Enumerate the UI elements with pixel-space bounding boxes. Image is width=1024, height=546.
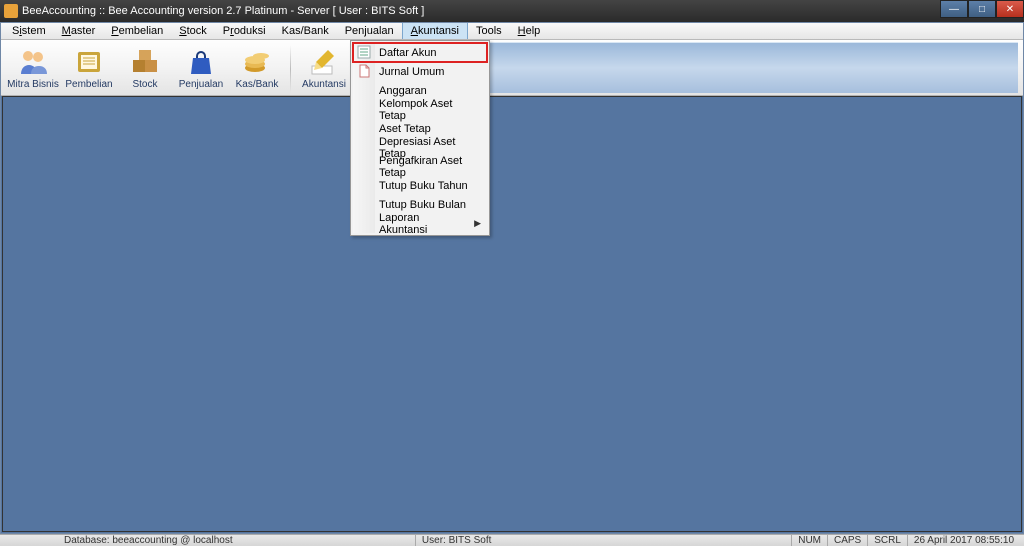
statusbar: Database: beeaccounting @ localhost User… <box>0 534 1024 546</box>
menu-stock[interactable]: Stock <box>171 22 215 39</box>
bag-icon <box>185 46 217 78</box>
app-icon <box>4 4 18 18</box>
titlebar: BeeAccounting :: Bee Accounting version … <box>0 0 1024 22</box>
book-icon <box>73 46 105 78</box>
menu-help[interactable]: Help <box>510 22 549 39</box>
menu-item-label: Tutup Buku Tahun <box>379 180 468 192</box>
menu-item-label: Jurnal Umum <box>379 66 444 78</box>
pencil-icon <box>308 46 340 78</box>
menu-item-label: Kelompok Aset Tetap <box>379 98 469 122</box>
menu-item-label: Aset Tetap <box>379 123 431 135</box>
menu-item-tutupbukutahun[interactable]: Tutup Buku Tahun <box>353 176 487 195</box>
toolbar-label: Penjualan <box>179 79 223 90</box>
menubar: SistemMasterPembelianStockProduksiKas/Ba… <box>0 22 1024 40</box>
toolbar-stock[interactable]: Stock <box>118 43 172 93</box>
toolbar-label: Pembelian <box>65 79 112 90</box>
menu-item-label: Tutup Buku Bulan <box>379 199 466 211</box>
menu-item-label: Daftar Akun <box>379 47 436 59</box>
close-button[interactable]: ✕ <box>996 0 1024 18</box>
toolbar-mitrabisnis[interactable]: Mitra Bisnis <box>6 43 60 93</box>
menu-item-label: Laporan Akuntansi <box>379 212 469 236</box>
window-controls: — □ ✕ <box>940 0 1024 18</box>
menu-penjualan[interactable]: Penjualan <box>337 22 402 39</box>
status-caps: CAPS <box>827 535 867 546</box>
toolbar-label: Kas/Bank <box>236 79 279 90</box>
list-icon <box>357 45 371 59</box>
status-scrl: SCRL <box>867 535 907 546</box>
people-icon <box>17 46 49 78</box>
menu-item-jurnalumum[interactable]: Jurnal Umum <box>353 62 487 81</box>
doc-icon <box>357 64 371 78</box>
menu-master[interactable]: Master <box>54 22 104 39</box>
workspace <box>2 96 1022 532</box>
menu-item-pengafkiranasettetap[interactable]: Pengafkiran Aset Tetap <box>353 157 487 176</box>
submenu-arrow-icon: ▶ <box>474 218 481 229</box>
coins-icon <box>241 46 273 78</box>
toolbar-label: Akuntansi <box>302 79 346 90</box>
menu-sistem[interactable]: Sistem <box>4 22 54 39</box>
maximize-button[interactable]: □ <box>968 0 996 18</box>
toolbar-pembelian[interactable]: Pembelian <box>62 43 116 93</box>
toolbar-label: Mitra Bisnis <box>7 79 59 90</box>
toolbar: Mitra Bisnis Pembelian Stock Penjualan Kas/B… <box>0 40 1024 96</box>
toolbar-label: Stock <box>132 79 157 90</box>
status-datetime: 26 April 2017 08:55:10 <box>907 535 1020 546</box>
status-num: NUM <box>791 535 827 546</box>
menu-item-kelompokasettetap[interactable]: Kelompok Aset Tetap <box>353 100 487 119</box>
toolbar-kasbank[interactable]: Kas/Bank <box>230 43 284 93</box>
menu-item-daftarakun[interactable]: Daftar Akun <box>353 43 487 62</box>
menu-produksi[interactable]: Produksi <box>215 22 274 39</box>
status-database: Database: beeaccounting @ localhost <box>4 535 239 546</box>
boxes-icon <box>129 46 161 78</box>
menu-kasbank[interactable]: Kas/Bank <box>274 22 337 39</box>
toolbar-akuntansi[interactable]: Akuntansi <box>297 43 351 93</box>
status-user: User: BITS Soft <box>415 535 615 546</box>
minimize-button[interactable]: — <box>940 0 968 18</box>
menu-akuntansi[interactable]: Akuntansi <box>402 21 468 39</box>
menu-tools[interactable]: Tools <box>468 22 510 39</box>
toolbar-penjualan[interactable]: Penjualan <box>174 43 228 93</box>
menu-item-label: Anggaran <box>379 85 427 97</box>
menu-item-laporanakuntansi[interactable]: Laporan Akuntansi ▶ <box>353 214 487 233</box>
menu-pembelian[interactable]: Pembelian <box>103 22 171 39</box>
akuntansi-dropdown: Daftar Akun Jurnal Umum AnggaranKelompok A… <box>350 40 490 236</box>
menu-item-label: Pengafkiran Aset Tetap <box>379 155 469 179</box>
window-title: BeeAccounting :: Bee Accounting version … <box>22 5 424 17</box>
